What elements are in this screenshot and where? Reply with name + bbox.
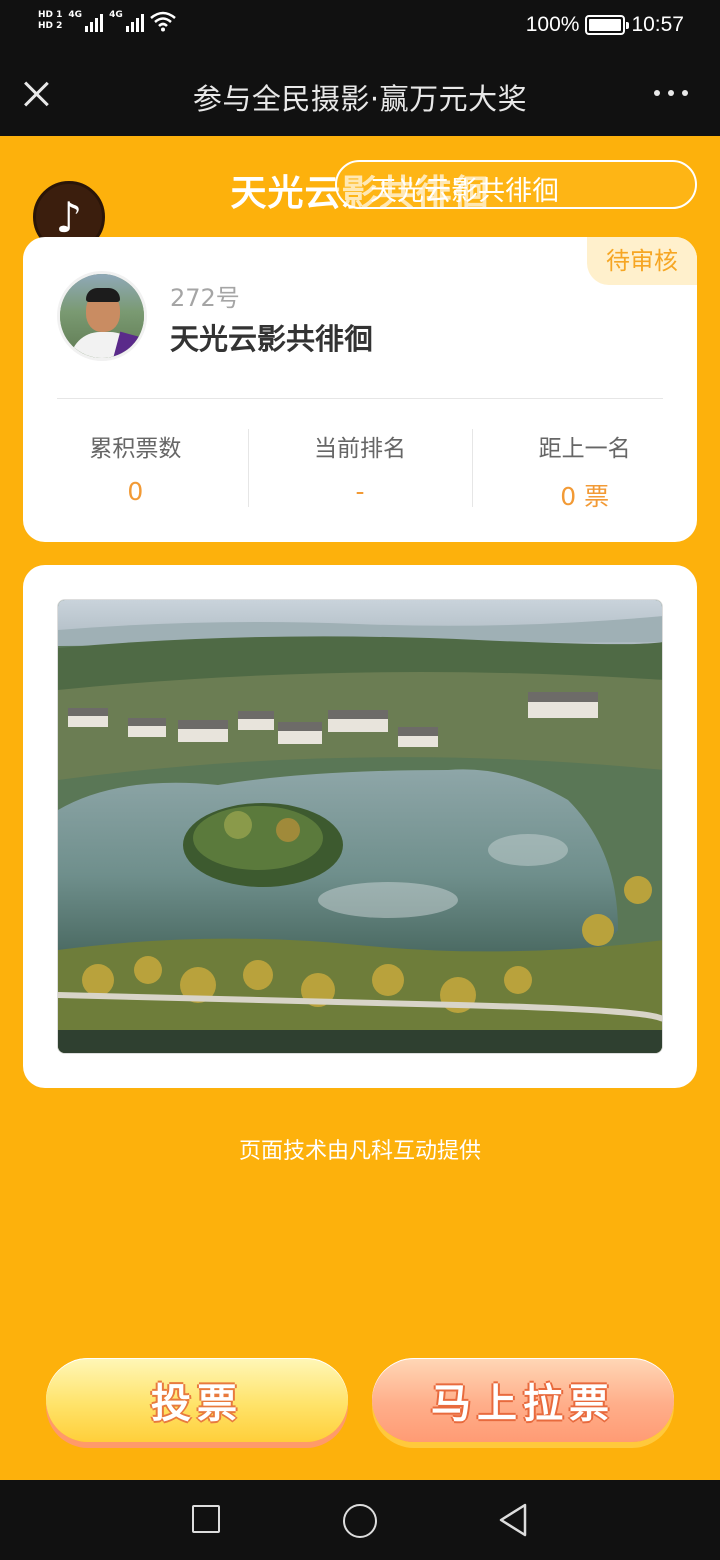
status-bar: HD 1 HD 2 4G 4G 100% 10:57 [0, 0, 720, 52]
stat-label: 累积票数 [89, 436, 182, 462]
entry-photo[interactable] [57, 599, 663, 1054]
battery-percent: 100% [525, 13, 580, 36]
footer-credit: 页面技术由凡科互动提供 [238, 1139, 481, 1164]
status-left: HD 1 HD 2 4G 4G [38, 10, 176, 32]
page-title: 参与全民摄影·赢万元大奖 [192, 82, 528, 116]
canvass-button[interactable]: 马上拉票 [372, 1358, 674, 1442]
vote-button[interactable]: 投票 [46, 1358, 348, 1442]
stat-value: 0 票 [560, 482, 610, 511]
stat-value: 0 [127, 477, 144, 506]
recent-apps-icon[interactable] [192, 1505, 220, 1533]
battery-icon [585, 15, 630, 35]
aerial-lake-photo [58, 600, 662, 1053]
entry-number: 272号 [170, 284, 240, 312]
hd2-label: HD 2 [38, 21, 63, 31]
hd1-label: HD 1 [38, 10, 63, 20]
divider [57, 398, 663, 399]
wifi-icon [149, 11, 176, 32]
network-type-2: 4G [109, 10, 123, 20]
marquee-banner: 天光云影共徘徊 [335, 160, 697, 209]
title-bar: 参与全民摄影·赢万元大奖 [0, 52, 720, 136]
more-options-icon[interactable] [654, 90, 688, 98]
entry-name: 天光云影共徘徊 [170, 322, 374, 356]
stat-value: - [355, 477, 365, 506]
signal-icon-2: 4G [109, 10, 144, 32]
stat-label: 当前排名 [314, 436, 406, 462]
clock: 10:57 [631, 13, 684, 36]
system-nav-bar [0, 1480, 720, 1560]
home-icon[interactable] [343, 1504, 377, 1538]
back-icon[interactable] [497, 1502, 529, 1538]
profile-card: 待审核 272号 天光云影共徘徊 累积票数 0 当前排名 - 距上一名 0 票 [23, 237, 697, 542]
stat-label: 距上一名 [538, 436, 631, 462]
stat-current-rank: 当前排名 - [247, 429, 473, 509]
stat-gap-to-previous: 距上一名 0 票 [472, 429, 697, 511]
marquee-text: 天光云影共徘徊 [370, 176, 559, 207]
avatar [57, 271, 147, 361]
stats-row: 累积票数 0 当前排名 - 距上一名 0 票 [23, 429, 697, 511]
status-right: 100% 10:57 [526, 13, 684, 37]
signal-icon-1: 4G [68, 10, 104, 32]
status-badge: 待审核 [587, 237, 697, 285]
photo-card [23, 565, 697, 1088]
stat-total-votes: 累积票数 0 [23, 429, 248, 509]
hd-indicator: HD 1 HD 2 [38, 10, 62, 32]
network-type-1: 4G [68, 10, 83, 20]
